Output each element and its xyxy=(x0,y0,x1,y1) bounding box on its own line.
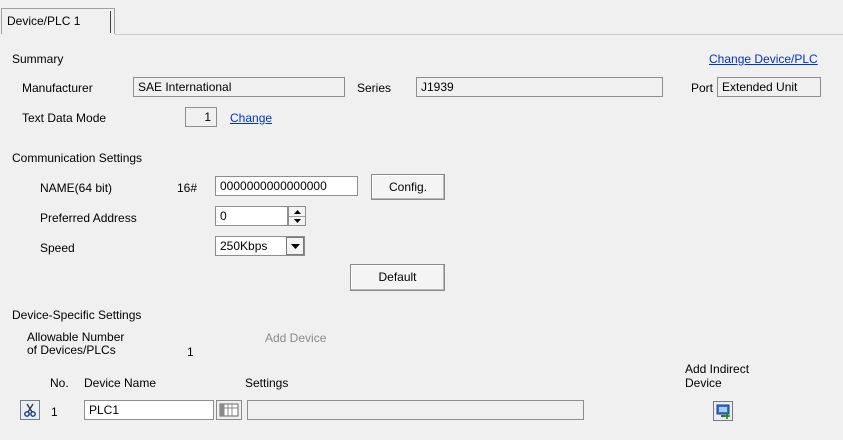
preferred-address-label: Preferred Address xyxy=(40,211,137,225)
tab-strip: Device/PLC 1 xyxy=(0,0,843,35)
allowable-number-label-line1: Allowable Number xyxy=(27,330,125,344)
device-specific-heading: Device-Specific Settings xyxy=(12,308,142,322)
add-indirect-device-icon[interactable] xyxy=(713,401,733,421)
series-field: J1939 xyxy=(416,77,663,97)
column-header-device-name: Device Name xyxy=(84,376,157,390)
chevron-down-icon[interactable] xyxy=(286,237,304,255)
scissors-icon[interactable] xyxy=(20,400,40,420)
port-field: Extended Unit xyxy=(717,77,821,97)
spin-down-icon[interactable] xyxy=(289,216,305,225)
text-data-mode-field: 1 xyxy=(185,107,217,127)
column-header-no: No. xyxy=(50,376,69,390)
column-header-settings: Settings xyxy=(245,376,289,390)
name-64bit-label: NAME(64 bit) xyxy=(40,181,113,195)
device-name-input[interactable]: PLC1 xyxy=(84,400,214,420)
tab-divider xyxy=(115,34,843,35)
preferred-address-input[interactable]: 0 xyxy=(215,206,288,226)
tab-label: Device/PLC 1 xyxy=(7,14,81,28)
row-number: 1 xyxy=(51,405,58,419)
name-64bit-input[interactable]: 0000000000000000 xyxy=(215,176,358,196)
hex-prefix-label: 16# xyxy=(177,181,198,195)
port-label: Port xyxy=(691,81,714,95)
manufacturer-field: SAE International xyxy=(133,77,345,97)
config-button[interactable]: Config. xyxy=(371,174,445,200)
allowable-number-label-line2: of Devices/PLCs xyxy=(27,343,116,357)
summary-heading: Summary xyxy=(12,52,64,66)
change-text-mode-link[interactable]: Change xyxy=(230,111,272,125)
manufacturer-label: Manufacturer xyxy=(22,81,93,95)
series-label: Series xyxy=(357,81,392,95)
communication-settings-heading: Communication Settings xyxy=(12,151,143,165)
device-settings-field xyxy=(247,400,584,420)
default-button[interactable]: Default xyxy=(350,264,445,291)
add-indirect-label-line2: Device xyxy=(685,376,722,390)
speed-selected-value: 250Kbps xyxy=(220,239,268,253)
add-indirect-label-line1: Add Indirect xyxy=(685,362,750,376)
add-device-button[interactable]: Add Device xyxy=(265,331,326,345)
preferred-address-spinner[interactable] xyxy=(288,206,306,226)
allowable-number-value: 1 xyxy=(187,345,194,359)
speed-label: Speed xyxy=(40,241,75,255)
settings-grid-icon[interactable] xyxy=(216,400,242,420)
tab-device-plc-1[interactable]: Device/PLC 1 xyxy=(1,8,115,34)
text-data-mode-label: Text Data Mode xyxy=(22,111,107,125)
change-device-plc-link[interactable]: Change Device/PLC xyxy=(709,52,818,66)
